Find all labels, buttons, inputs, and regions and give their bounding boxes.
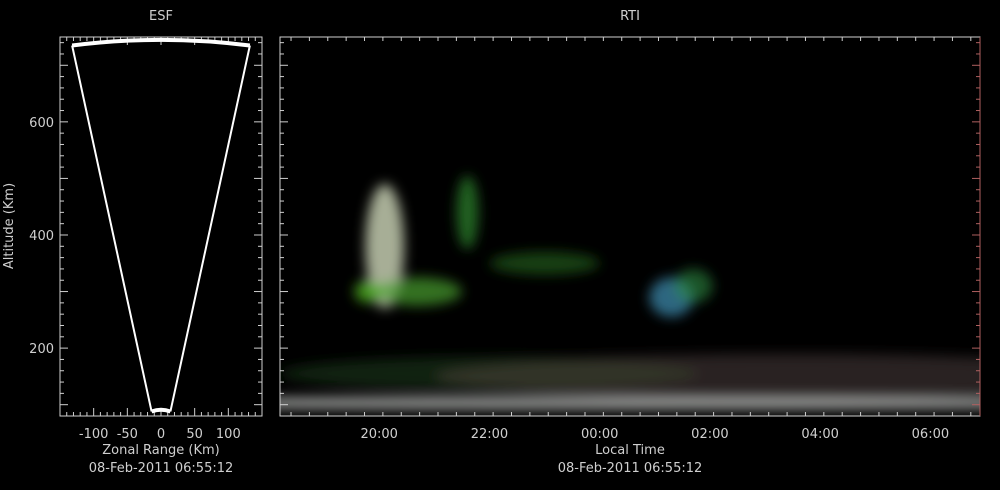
esf-y-tick-label: 400 (29, 229, 54, 244)
esf-x-tick-label: 100 (216, 427, 241, 442)
esf-x-tick-label: -50 (117, 427, 138, 442)
esf-title: ESF (149, 9, 173, 24)
echo-feature (456, 175, 479, 250)
esf-frame (59, 36, 263, 417)
esf-x-tick-label: 0 (157, 427, 165, 442)
echo-feature (373, 277, 462, 306)
esf-x-tick-label: -100 (79, 427, 109, 442)
rti-x-tick-label: 04:00 (801, 427, 838, 442)
rti-title: RTI (620, 9, 640, 24)
fan-right-edge (169, 45, 251, 412)
rti-x-tick-label: 20:00 (360, 427, 397, 442)
rti-x-tick-label: 06:00 (912, 427, 949, 442)
rti-date: 08-Feb-2011 06:55:12 (558, 461, 703, 476)
esf-xlabel: Zonal Range (Km) (102, 443, 219, 458)
echo-feature (674, 268, 713, 303)
echo-feature (489, 251, 600, 275)
rti-xlabel: Local Time (595, 443, 665, 458)
figure: -100 -50 0 50 100 200 400 600 20:00 22:00 00:00 02… (2, 9, 981, 476)
rti-x-tick-label: 22:00 (471, 427, 508, 442)
esf-x-tick-label: 50 (186, 427, 203, 442)
rti-panel: 20:00 22:00 00:00 02:00 04:00 06:00 (279, 36, 981, 442)
fan-left-edge (71, 45, 153, 412)
rti-echoes (280, 175, 980, 410)
echo-feature (354, 280, 382, 303)
esf-panel: -100 -50 0 50 100 200 400 600 (29, 36, 263, 442)
fan-inner-arc (150, 407, 172, 414)
esf-y-tick-label: 600 (29, 116, 54, 131)
rti-x-tick-label: 00:00 (581, 427, 618, 442)
esf-ylabel: Altitude (Km) (2, 183, 17, 269)
esf-y-tick-label: 200 (29, 342, 54, 357)
rti-x-tick-label: 02:00 (691, 427, 728, 442)
esf-date: 08-Feb-2011 06:55:12 (89, 461, 234, 476)
